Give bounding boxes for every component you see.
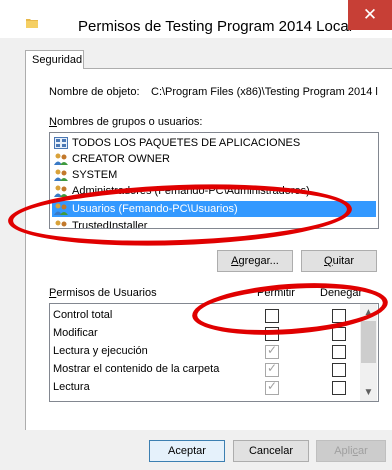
ok-button[interactable]: Aceptar bbox=[149, 440, 225, 462]
checkmark-icon: ✓ bbox=[267, 343, 278, 357]
allow-checkbox[interactable]: ✓ bbox=[265, 361, 279, 377]
allow-checkbox[interactable] bbox=[265, 309, 279, 323]
list-item-label: TODOS LOS PAQUETES DE APLICACIONES bbox=[72, 137, 301, 149]
list-item-label: Administradores (Femando-PC\Administrado… bbox=[72, 185, 310, 197]
deny-checkbox[interactable] bbox=[332, 381, 346, 395]
users-icon bbox=[54, 153, 68, 165]
list-item[interactable]: TrustedInstaller bbox=[52, 218, 376, 229]
apply-button[interactable]: Aplicar bbox=[316, 440, 386, 462]
list-item[interactable]: Administradores (Femando-PC\Administrado… bbox=[52, 183, 376, 199]
list-item-label: Usuarios (Femando-PC\Usuarios) bbox=[72, 203, 238, 215]
list-item-label: CREATOR OWNER bbox=[72, 153, 170, 165]
permissions-dialog: Permisos de Testing Program 2014 Local ✕… bbox=[0, 0, 392, 470]
permissions-label: Permisos de Usuarios bbox=[49, 287, 157, 299]
allow-checkbox[interactable]: ✓ bbox=[265, 343, 279, 359]
object-name-label: Nombre de objeto: bbox=[49, 86, 140, 98]
deny-column-header: Denegar bbox=[320, 287, 363, 299]
deny-checkbox[interactable] bbox=[332, 327, 346, 341]
folder-icon bbox=[26, 19, 38, 28]
deny-checkbox[interactable] bbox=[332, 309, 346, 323]
checkmark-icon: ✓ bbox=[267, 361, 278, 375]
permission-name: Control total bbox=[53, 309, 113, 321]
allow-checkbox[interactable]: ✓ bbox=[265, 379, 279, 395]
window-title: Permisos de Testing Program 2014 Local bbox=[78, 18, 353, 35]
title-bar: Permisos de Testing Program 2014 Local ✕ bbox=[0, 0, 392, 38]
list-item-label: SYSTEM bbox=[72, 169, 118, 181]
users-icon bbox=[54, 185, 68, 197]
table-row: Mostrar el contenido de la carpeta ✓ bbox=[50, 360, 360, 378]
groups-label: Nombres de grupos o usuarios: bbox=[49, 116, 203, 128]
table-row: Lectura ✓ bbox=[50, 378, 360, 396]
list-item-label: TrustedInstaller bbox=[72, 220, 148, 229]
tab-label: Seguridad bbox=[32, 54, 83, 66]
users-icon bbox=[54, 169, 68, 181]
deny-checkbox[interactable] bbox=[332, 345, 346, 359]
scroll-up-icon[interactable]: ▲ bbox=[360, 304, 377, 321]
permission-name: Lectura bbox=[53, 381, 90, 393]
allow-checkbox[interactable] bbox=[265, 327, 279, 341]
permissions-table: Control total Modificar Lectura y ejecuc… bbox=[49, 303, 379, 402]
table-row: Control total bbox=[50, 306, 360, 324]
tab-security[interactable]: Seguridad bbox=[25, 50, 84, 69]
list-item[interactable]: SYSTEM bbox=[52, 167, 376, 183]
scroll-down-icon[interactable]: ▼ bbox=[360, 384, 377, 401]
list-item-selected[interactable]: Usuarios (Femando-PC\Usuarios) bbox=[52, 201, 376, 217]
add-button[interactable]: Agregar... bbox=[217, 250, 293, 272]
users-icon bbox=[55, 220, 67, 227]
scroll-thumb[interactable] bbox=[361, 321, 376, 363]
groups-list[interactable]: TODOS LOS PAQUETES DE APLICACIONES CREAT… bbox=[49, 132, 379, 229]
object-name-value: C:\Program Files (x86)\Testing Program 2… bbox=[151, 86, 378, 98]
permission-name: Modificar bbox=[53, 327, 98, 339]
permissions-scrollbar[interactable]: ▲ ▼ bbox=[360, 304, 377, 401]
packages-icon bbox=[54, 137, 68, 149]
deny-checkbox[interactable] bbox=[332, 363, 346, 377]
table-row: Modificar bbox=[50, 324, 360, 342]
list-item[interactable]: CREATOR OWNER bbox=[52, 151, 376, 167]
checkmark-icon: ✓ bbox=[267, 379, 278, 393]
users-icon bbox=[54, 203, 68, 215]
close-button[interactable]: ✕ bbox=[348, 0, 392, 30]
allow-column-header: Permitir bbox=[257, 287, 295, 299]
close-icon: ✕ bbox=[362, 5, 378, 24]
list-item[interactable]: TODOS LOS PAQUETES DE APLICACIONES bbox=[52, 135, 376, 151]
table-row: Lectura y ejecución ✓ bbox=[50, 342, 360, 360]
permission-name: Mostrar el contenido de la carpeta bbox=[53, 363, 220, 375]
cancel-button[interactable]: Cancelar bbox=[233, 440, 309, 462]
remove-button[interactable]: Quitar bbox=[301, 250, 377, 272]
permission-name: Lectura y ejecución bbox=[53, 345, 148, 357]
